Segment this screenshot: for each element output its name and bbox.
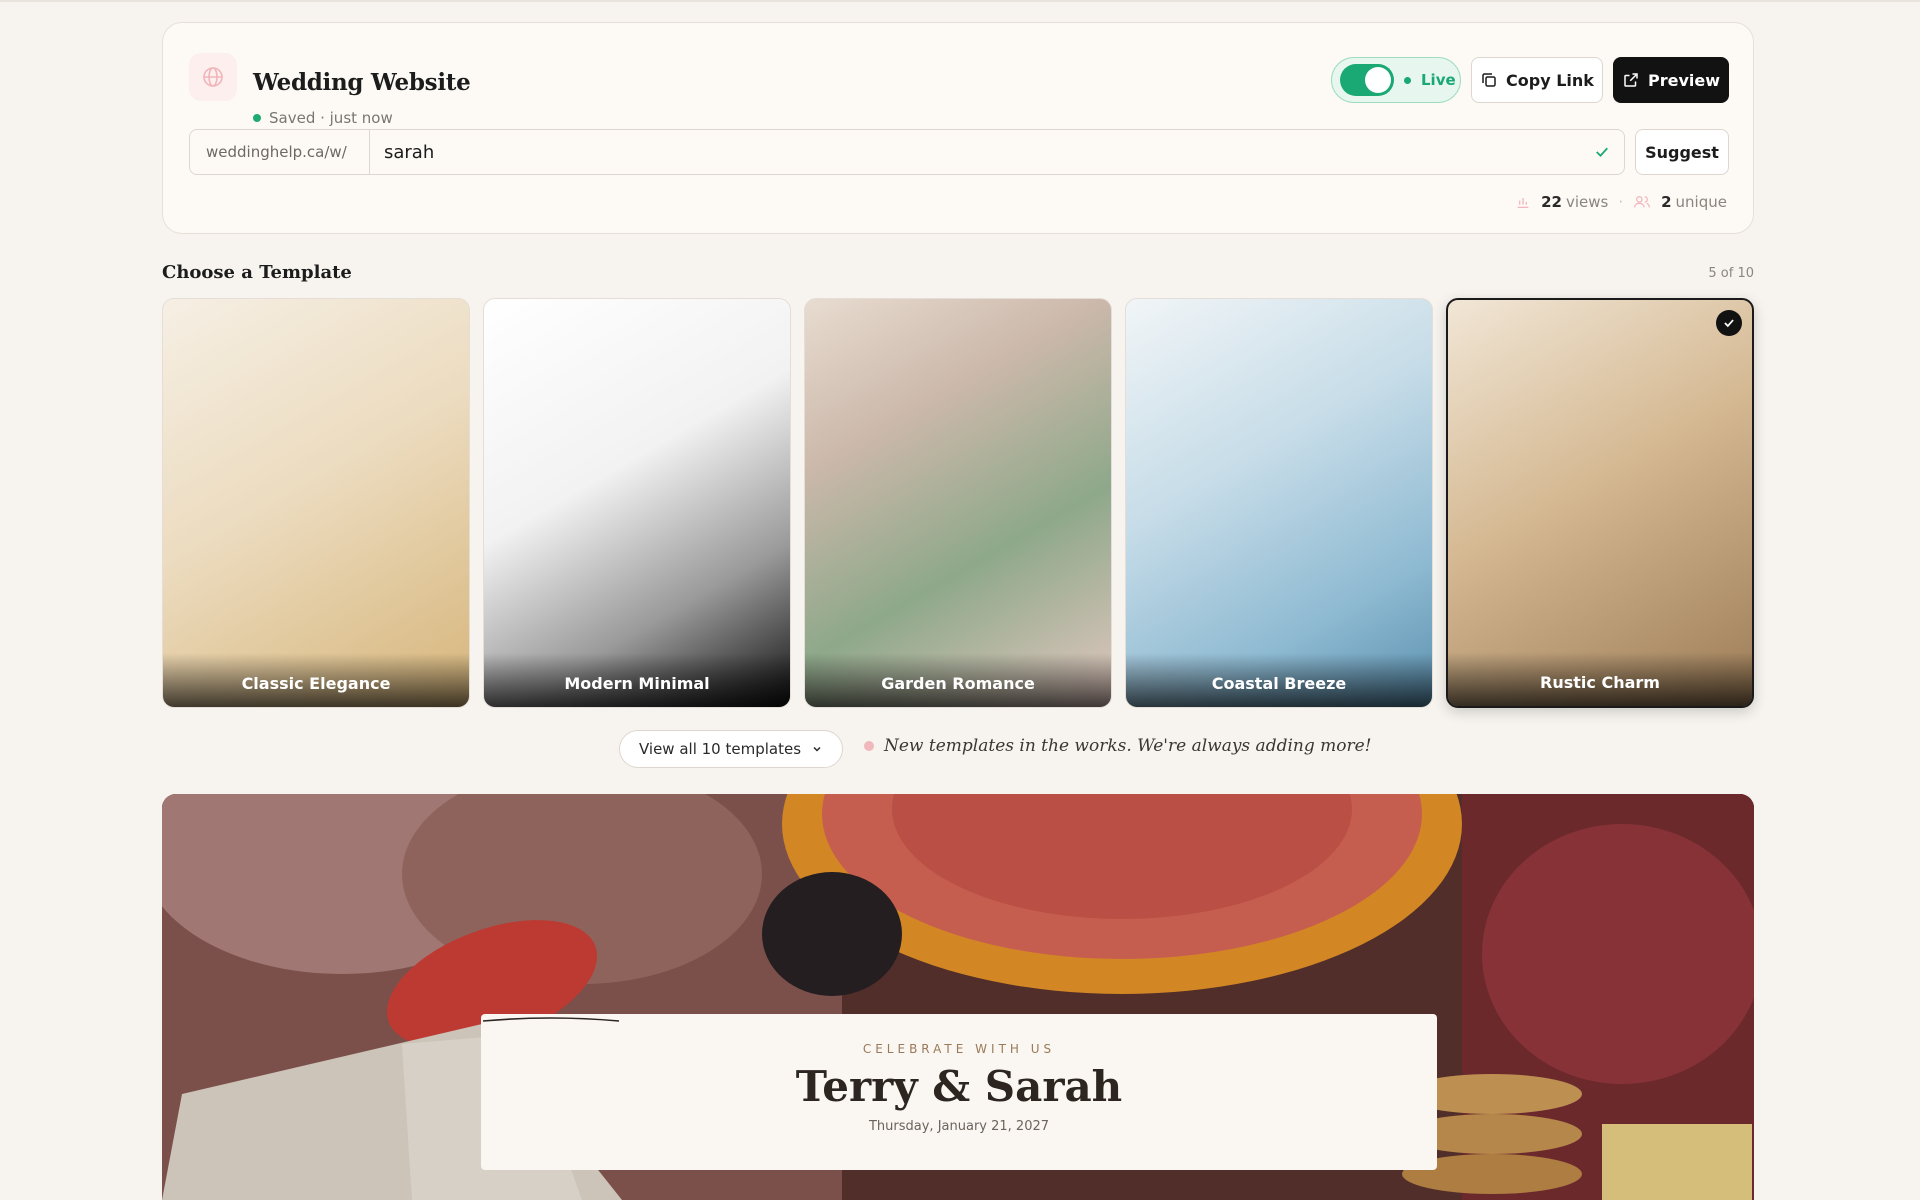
- url-slug-input[interactable]: sarah: [370, 130, 1580, 174]
- preview-label: Preview: [1647, 70, 1720, 90]
- template-name: Coastal Breeze: [1211, 674, 1347, 693]
- top-divider: [0, 0, 1920, 2]
- live-dot-icon: [1404, 76, 1411, 84]
- page-title: Wedding Website: [253, 69, 471, 96]
- stats-separator: ·: [1618, 193, 1624, 211]
- template-card-garden-romance[interactable]: Garden Romance: [804, 298, 1112, 708]
- selected-check-icon: [1716, 310, 1742, 336]
- status-dot-icon: [253, 114, 261, 122]
- preview-button[interactable]: Preview: [1613, 57, 1729, 103]
- note-text: New templates in the works. We're always…: [884, 736, 1372, 756]
- bar-chart-icon: [1517, 198, 1529, 208]
- copy-icon: [1482, 73, 1496, 87]
- template-counter: 5 of 10: [1708, 266, 1754, 281]
- unique-stat: 2 unique: [1661, 193, 1727, 211]
- save-status-text: Saved · just now: [269, 109, 393, 127]
- template-card-classic-elegance[interactable]: Classic Elegance: [162, 298, 470, 708]
- unique-label: unique: [1675, 193, 1727, 211]
- views-count: 22: [1541, 193, 1562, 211]
- toggle-switch[interactable]: [1340, 64, 1394, 96]
- external-link-icon: [1624, 73, 1638, 87]
- template-name: Classic Elegance: [241, 674, 391, 693]
- new-templates-note: New templates in the works. We're always…: [864, 736, 1372, 756]
- template-section-title: Choose a Template: [162, 262, 352, 283]
- live-label: Live: [1421, 71, 1456, 89]
- suggest-label: Suggest: [1645, 142, 1719, 162]
- check-icon: [1580, 130, 1624, 174]
- view-all-label: View all 10 templates: [638, 740, 802, 758]
- users-icon: [1634, 196, 1651, 208]
- template-card-modern-minimal[interactable]: Modern Minimal: [483, 298, 791, 708]
- website-settings-card: Wedding Website Saved · just now Live Co…: [162, 22, 1754, 234]
- template-card-rustic-charm[interactable]: Rustic Charm: [1446, 298, 1754, 708]
- note-dot-icon: [864, 741, 874, 751]
- globe-icon: [189, 53, 237, 101]
- unique-count: 2: [1661, 193, 1672, 211]
- chevron-down-icon: [813, 746, 821, 752]
- copy-link-label: Copy Link: [1506, 70, 1594, 90]
- website-preview-hero: CELEBRATE WITH US Terry & Sarah Thursday…: [162, 794, 1754, 1200]
- template-name: Garden Romance: [881, 674, 1035, 693]
- template-name: Rustic Charm: [1540, 673, 1660, 692]
- copy-link-button[interactable]: Copy Link: [1471, 57, 1603, 103]
- url-field[interactable]: weddinghelp.ca/w/ sarah: [189, 129, 1625, 175]
- live-toggle[interactable]: Live: [1331, 57, 1461, 103]
- swash-divider: [482, 1017, 620, 1022]
- suggest-button[interactable]: Suggest: [1635, 129, 1729, 175]
- couple-names: Terry & Sarah: [795, 1062, 1123, 1111]
- save-status: Saved · just now: [253, 109, 393, 127]
- view-all-templates-button[interactable]: View all 10 templates: [619, 730, 843, 768]
- views-stat: 22 views: [1541, 193, 1608, 211]
- template-name: Modern Minimal: [564, 674, 710, 693]
- template-card-coastal-breeze[interactable]: Coastal Breeze: [1125, 298, 1433, 708]
- view-stats: 22 views · 2 unique: [1515, 193, 1727, 211]
- url-prefix: weddinghelp.ca/w/: [190, 130, 370, 174]
- wedding-date: Thursday, January 21, 2027: [868, 1119, 1050, 1134]
- hero-title-card: CELEBRATE WITH US Terry & Sarah Thursday…: [481, 1014, 1437, 1170]
- hero-kicker: CELEBRATE WITH US: [862, 1042, 1056, 1056]
- views-label: views: [1565, 193, 1609, 211]
